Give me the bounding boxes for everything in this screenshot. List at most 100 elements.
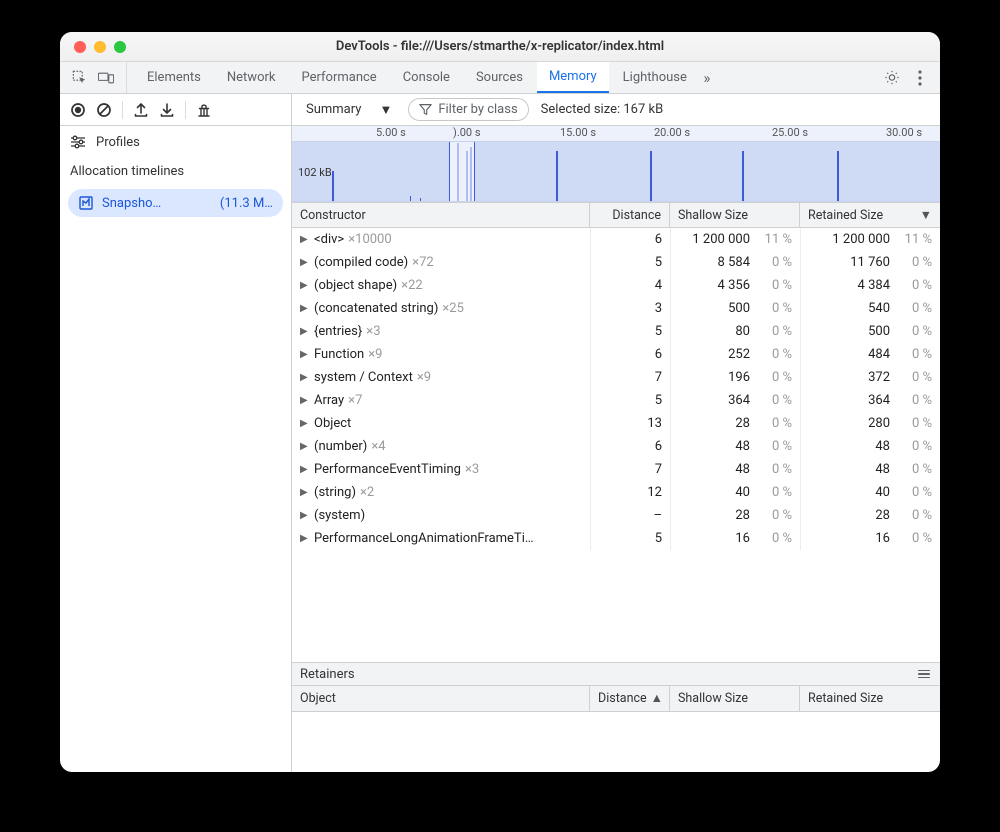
- tab-memory[interactable]: Memory: [537, 62, 609, 93]
- constructor-row[interactable]: ▶PerformanceEventTiming×37480 %480 %: [292, 458, 940, 481]
- ruler-tick: 25.00 s: [772, 126, 808, 139]
- settings-gear-icon[interactable]: [884, 70, 900, 86]
- expand-icon[interactable]: ▶: [300, 510, 310, 521]
- expand-icon[interactable]: ▶: [300, 372, 310, 383]
- retained-size-pct: 0 %: [898, 324, 932, 339]
- shallow-size-value: 48: [735, 462, 750, 477]
- timeline-overview[interactable]: 102 kB ||||: [292, 142, 940, 202]
- device-toolbar-icon[interactable]: [98, 70, 114, 86]
- distance-value: 5: [655, 324, 662, 339]
- shallow-size-value: 40: [735, 485, 750, 500]
- close-window-button[interactable]: [74, 41, 86, 53]
- col-constructor[interactable]: Constructor: [292, 203, 590, 227]
- minimize-window-button[interactable]: [94, 41, 106, 53]
- shallow-size-value: 8 584: [718, 255, 750, 270]
- constructor-row[interactable]: ▶system / Context×971960 %3720 %: [292, 366, 940, 389]
- shallow-size-value: 28: [735, 416, 750, 431]
- constructor-row[interactable]: ▶(number)×46480 %480 %: [292, 435, 940, 458]
- expand-icon[interactable]: ▶: [300, 326, 310, 337]
- retainers-empty: [292, 712, 940, 772]
- timeline-bar: [837, 151, 839, 201]
- sort-asc-icon: ▲: [651, 691, 663, 706]
- tab-network[interactable]: Network: [215, 62, 288, 93]
- timeline-ruler[interactable]: 5.00 s ).00 s 15.00 s 20.00 s 25.00 s 30…: [292, 126, 940, 142]
- perspective-dropdown[interactable]: Summary ▼: [302, 100, 396, 120]
- expand-icon[interactable]: ▶: [300, 280, 310, 291]
- expand-icon[interactable]: ▶: [300, 441, 310, 452]
- sliders-icon[interactable]: [70, 134, 86, 150]
- retained-size-pct: 0 %: [898, 393, 932, 408]
- snapshot-icon: [78, 195, 94, 211]
- tab-performance[interactable]: Performance: [290, 62, 389, 93]
- retainers-header[interactable]: Retainers: [292, 662, 940, 686]
- constructor-row[interactable]: ▶Object13280 %2800 %: [292, 412, 940, 435]
- col-distance[interactable]: Distance: [590, 203, 670, 227]
- tab-sources[interactable]: Sources: [464, 62, 535, 93]
- inspect-icon[interactable]: [72, 70, 88, 86]
- more-tabs-icon[interactable]: »: [699, 70, 715, 86]
- shallow-size-value: 80: [735, 324, 750, 339]
- expand-icon[interactable]: ▶: [300, 418, 310, 429]
- constructor-count: ×9: [368, 347, 382, 362]
- expand-icon[interactable]: ▶: [300, 349, 310, 360]
- constructor-row[interactable]: ▶Array×753640 %3640 %: [292, 389, 940, 412]
- clear-icon[interactable]: [96, 102, 112, 118]
- expand-icon[interactable]: ▶: [300, 234, 310, 245]
- timeline-bar: [556, 151, 558, 201]
- constructor-name: {entries}: [314, 324, 362, 339]
- shallow-size-pct: 0 %: [758, 393, 792, 408]
- ret-col-distance[interactable]: Distance▲: [590, 686, 670, 711]
- ret-col-retained[interactable]: Retained Size: [800, 686, 940, 711]
- tab-console[interactable]: Console: [391, 62, 462, 93]
- constructor-row[interactable]: ▶(object shape)×2244 3560 %4 3840 %: [292, 274, 940, 297]
- export-icon[interactable]: [133, 102, 149, 118]
- expand-icon[interactable]: ▶: [300, 395, 310, 406]
- col-retained-size[interactable]: Retained Size▼: [800, 203, 940, 227]
- constructor-row[interactable]: ▶PerformanceLongAnimationFrameTi…5160 %1…: [292, 527, 940, 550]
- retained-size-pct: 0 %: [898, 301, 932, 316]
- constructor-name: system / Context: [314, 370, 413, 385]
- expand-icon[interactable]: ▶: [300, 303, 310, 314]
- retained-size-pct: 11 %: [898, 232, 932, 247]
- record-icon[interactable]: [70, 102, 86, 118]
- constructor-count: ×7: [348, 393, 362, 408]
- shallow-size-value: 500: [728, 301, 750, 316]
- expand-icon[interactable]: ▶: [300, 487, 310, 498]
- tab-elements[interactable]: Elements: [135, 62, 213, 93]
- constructor-name: (object shape): [314, 278, 397, 293]
- constructor-row[interactable]: ▶(compiled code)×7258 5840 %11 7600 %: [292, 251, 940, 274]
- class-filter-input[interactable]: Filter by class: [408, 98, 528, 121]
- constructors-grid[interactable]: ▶<div>×1000061 200 00011 %1 200 00011 %▶…: [292, 228, 940, 662]
- collect-garbage-icon[interactable]: [196, 102, 212, 118]
- expand-icon[interactable]: ▶: [300, 257, 310, 268]
- constructor-row[interactable]: ▶(string)×212400 %400 %: [292, 481, 940, 504]
- expand-icon[interactable]: ▶: [300, 464, 310, 475]
- constructor-row[interactable]: ▶<div>×1000061 200 00011 %1 200 00011 %: [292, 228, 940, 251]
- timeline-selection-range[interactable]: ||||: [449, 142, 475, 201]
- filter-icon: [419, 103, 432, 116]
- snapshot-item[interactable]: Snapsho… (11.3 M…: [68, 189, 283, 217]
- retained-size-pct: 0 %: [898, 347, 932, 362]
- col-shallow-size[interactable]: Shallow Size: [670, 203, 800, 227]
- snapshot-name: Snapsho…: [102, 196, 161, 211]
- expand-icon[interactable]: ▶: [300, 533, 310, 544]
- constructor-name: PerformanceEventTiming: [314, 462, 461, 477]
- retained-size-value: 500: [868, 324, 890, 339]
- kebab-menu-icon[interactable]: [912, 70, 928, 86]
- tab-lighthouse[interactable]: Lighthouse: [611, 62, 699, 93]
- constructor-count: ×72: [412, 255, 434, 270]
- sidebar: Profiles Allocation timelines Snapsho… (…: [60, 126, 292, 772]
- hamburger-icon[interactable]: [916, 666, 932, 682]
- constructor-row[interactable]: ▶(concatenated string)×2535000 %5400 %: [292, 297, 940, 320]
- shallow-size-value: 196: [728, 370, 750, 385]
- constructor-row[interactable]: ▶(system)–280 %280 %: [292, 504, 940, 527]
- constructor-row[interactable]: ▶Function×962520 %4840 %: [292, 343, 940, 366]
- ret-col-object[interactable]: Object: [292, 686, 590, 711]
- shallow-size-value: 28: [735, 508, 750, 523]
- constructor-row[interactable]: ▶{entries}×35800 %5000 %: [292, 320, 940, 343]
- import-icon[interactable]: [159, 102, 175, 118]
- shallow-size-pct: 0 %: [758, 301, 792, 316]
- zoom-window-button[interactable]: [114, 41, 126, 53]
- shallow-size-pct: 0 %: [758, 531, 792, 546]
- ret-col-shallow[interactable]: Shallow Size: [670, 686, 800, 711]
